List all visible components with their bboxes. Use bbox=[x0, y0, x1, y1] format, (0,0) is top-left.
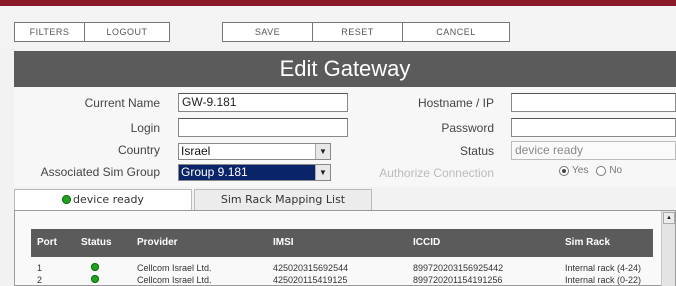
login-field[interactable] bbox=[178, 118, 348, 137]
save-button[interactable]: SAVE bbox=[223, 23, 313, 41]
hostname-label: Hostname / IP bbox=[417, 96, 494, 110]
col-imsi: IMSI bbox=[273, 237, 294, 248]
sim-group-select[interactable]: Group 9.181 ▼ bbox=[178, 164, 331, 181]
sim-group-select-value: Group 9.181 bbox=[181, 165, 248, 179]
ports-table-header: Port Status Provider IMSI ICCID Sim Rack bbox=[31, 229, 653, 257]
status-label: Status bbox=[459, 144, 494, 158]
authorize-yes-radio[interactable] bbox=[559, 165, 569, 176]
status-ok-icon bbox=[91, 263, 99, 271]
row-imsi: 425020315692544 bbox=[273, 263, 349, 273]
filters-button[interactable]: FILTERS bbox=[15, 23, 85, 41]
row-sim-rack: Internal rack (0-22) bbox=[565, 275, 642, 285]
gateway-form: Current Name GW-9.181 Login Country Isra… bbox=[14, 87, 676, 187]
cancel-button[interactable]: CANCEL bbox=[403, 23, 509, 41]
row-port: 1 bbox=[37, 263, 43, 273]
tab-sim-rack-mapping[interactable]: Sim Rack Mapping List bbox=[194, 189, 372, 210]
authorize-connection-label: Authorize Connection bbox=[379, 166, 494, 180]
authorize-connection-radios: Yes No bbox=[559, 165, 622, 176]
password-label: Password bbox=[441, 121, 494, 135]
table-row[interactable]: 2 Cellcom Israel Ltd. 425020115419125 89… bbox=[31, 275, 653, 286]
row-iccid: 899720203156925442 bbox=[413, 263, 504, 273]
status-field: device ready bbox=[511, 141, 676, 160]
logout-button[interactable]: LOGOUT bbox=[85, 23, 169, 41]
col-status: Status bbox=[81, 237, 112, 248]
row-sim-rack: Internal rack (4-24) bbox=[565, 263, 642, 273]
tab-device-status[interactable]: device ready bbox=[14, 189, 192, 210]
row-iccid: 899720201154191256 bbox=[413, 275, 503, 285]
authorize-no-radio[interactable] bbox=[596, 165, 607, 176]
current-name-field[interactable]: GW-9.181 bbox=[178, 93, 348, 112]
status-ok-icon bbox=[91, 275, 99, 283]
current-name-label: Current Name bbox=[84, 96, 160, 110]
row-imsi: 425020115419125 bbox=[273, 275, 348, 285]
tab-sim-rack-mapping-label: Sim Rack Mapping List bbox=[220, 193, 346, 206]
login-label: Login bbox=[130, 121, 160, 135]
row-port: 2 bbox=[37, 275, 43, 285]
scroll-up-icon[interactable]: ▲ bbox=[663, 212, 675, 224]
reset-button[interactable]: RESET bbox=[313, 23, 403, 41]
sim-group-label: Associated Sim Group bbox=[40, 165, 160, 179]
row-provider: Cellcom Israel Ltd. bbox=[137, 275, 212, 285]
col-sim-rack: Sim Rack bbox=[565, 237, 611, 248]
row-provider: Cellcom Israel Ltd. bbox=[137, 263, 212, 273]
col-provider: Provider bbox=[137, 237, 178, 248]
authorize-yes-label: Yes bbox=[572, 165, 589, 176]
toolbar: FILTERS LOGOUT SAVE RESET CANCEL bbox=[0, 6, 676, 48]
table-row[interactable]: 1 Cellcom Israel Ltd. 425020315692544 89… bbox=[31, 263, 653, 275]
toolbar-right-group: SAVE RESET CANCEL bbox=[222, 22, 510, 42]
authorize-no-label: No bbox=[609, 165, 623, 176]
country-select-value: Israel bbox=[181, 144, 211, 158]
ports-panel: ▲ Port Status Provider IMSI ICCID Sim Ra… bbox=[14, 210, 676, 286]
status-ok-icon bbox=[62, 195, 72, 204]
country-select[interactable]: Israel ▼ bbox=[178, 143, 331, 160]
chevron-down-icon[interactable]: ▼ bbox=[315, 144, 330, 159]
country-label: Country bbox=[117, 143, 160, 157]
password-field[interactable] bbox=[511, 118, 676, 137]
toolbar-left-group: FILTERS LOGOUT bbox=[14, 22, 170, 42]
hostname-field[interactable] bbox=[511, 93, 676, 112]
col-iccid: ICCID bbox=[413, 237, 441, 248]
panel-scrollbar[interactable]: ▲ bbox=[661, 211, 675, 286]
col-port: Port bbox=[37, 237, 57, 248]
tab-device-status-label: device ready bbox=[73, 193, 144, 206]
page-title: Edit Gateway bbox=[14, 51, 676, 87]
